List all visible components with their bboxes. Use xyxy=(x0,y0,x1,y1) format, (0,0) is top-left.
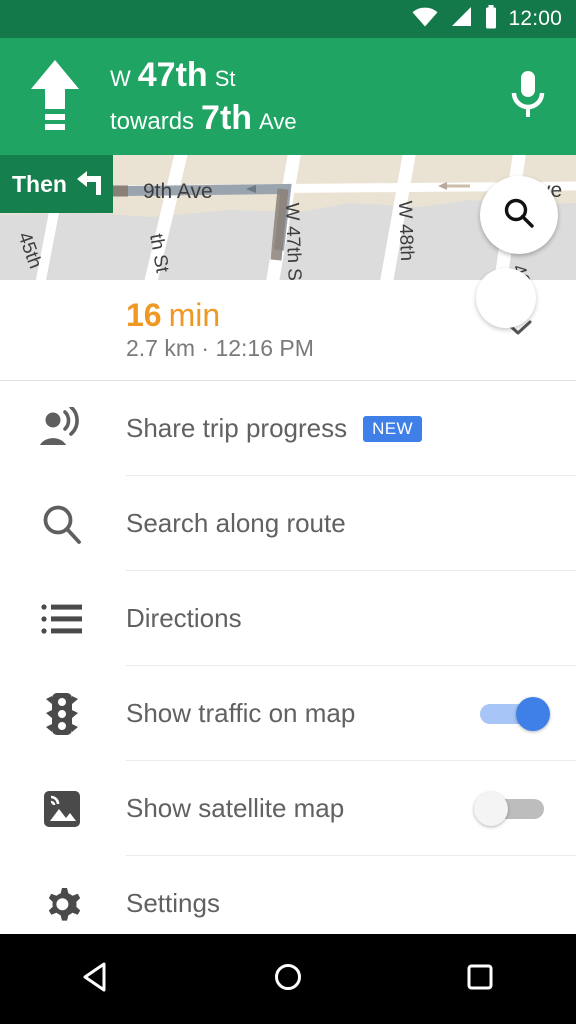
home-button[interactable] xyxy=(233,934,343,1024)
primary-instruction: W 47th St xyxy=(110,56,480,95)
toggle-show-satellite[interactable] xyxy=(474,791,550,826)
then-label: Then xyxy=(12,170,67,197)
map-label-th-st: th St xyxy=(145,232,173,275)
map-secondary-fab[interactable] xyxy=(476,268,536,328)
menu-item-show-satellite-map[interactable]: Show satellite map xyxy=(0,761,576,856)
home-circle-icon xyxy=(273,962,303,997)
gear-icon xyxy=(36,878,88,930)
navigation-header: W 47th St towards 7th Ave xyxy=(0,38,576,155)
menu-label: Show satellite map xyxy=(126,793,345,823)
menu-item-directions[interactable]: Directions xyxy=(0,571,576,666)
instruction-street-type: St xyxy=(214,65,236,91)
eta-duration: 16 min xyxy=(126,296,314,333)
system-navigation-bar xyxy=(0,934,576,1024)
status-bar: 12:00 xyxy=(0,0,576,38)
menu-label: Share trip progress xyxy=(126,413,348,443)
status-badge-new: NEW xyxy=(363,415,422,442)
satellite-image-icon xyxy=(36,783,88,835)
map-label-9th-ave: 9th Ave xyxy=(143,180,213,203)
menu-label: Search along route xyxy=(126,508,346,538)
instruction-prefix: W xyxy=(110,65,131,91)
toggle-show-traffic[interactable] xyxy=(474,696,550,731)
turn-instruction: W 47th St towards 7th Ave xyxy=(110,56,480,138)
then-maneuver-banner: Then xyxy=(0,155,113,213)
menu-label: Directions xyxy=(126,603,242,633)
straight-arrow-icon xyxy=(0,57,110,137)
towards-street-number: 7th xyxy=(201,98,253,137)
recents-button[interactable] xyxy=(425,934,535,1024)
search-icon xyxy=(501,195,537,236)
map-search-fab[interactable] xyxy=(480,176,558,254)
menu-item-search-along-route[interactable]: Search along route xyxy=(0,476,576,571)
secondary-instruction: towards 7th Ave xyxy=(110,99,480,138)
map-label-w48th: W 48th xyxy=(394,200,417,261)
recents-square-icon xyxy=(466,963,494,996)
turn-left-icon xyxy=(73,165,107,204)
menu-label: Settings xyxy=(126,888,220,918)
menu-item-share-trip-progress[interactable]: Share trip progress NEW xyxy=(0,381,576,476)
search-icon xyxy=(36,498,88,550)
signal-icon xyxy=(449,6,473,32)
list-icon xyxy=(36,593,88,645)
toggle-thumb xyxy=(474,791,508,826)
map-label-w47th: W 47th S xyxy=(281,202,305,280)
towards-label: towards xyxy=(110,107,195,135)
back-button[interactable] xyxy=(41,934,151,1024)
towards-street-type: Ave xyxy=(259,108,297,134)
eta-duration-unit: min xyxy=(168,296,221,333)
eta-text-block: 16 min 2.7 km · 12:16 PM xyxy=(126,296,314,362)
wifi-icon xyxy=(412,7,438,32)
menu-label: Show traffic on map xyxy=(126,698,356,728)
instruction-street-number: 47th xyxy=(137,55,208,94)
status-icon-group xyxy=(412,4,498,34)
status-bar-clock: 12:00 xyxy=(508,7,562,30)
eta-details: 2.7 km · 12:16 PM xyxy=(126,335,314,362)
battery-icon xyxy=(484,4,498,34)
trip-bottom-sheet: 16 min 2.7 km · 12:16 PM Share trip prog… xyxy=(0,280,576,934)
phone-screen: 12:00 W 47th St towards 7th Ave 9th Ave … xyxy=(0,0,576,1024)
share-broadcast-icon xyxy=(36,403,88,455)
eta-duration-value: 16 xyxy=(126,296,162,333)
toggle-thumb xyxy=(516,696,550,731)
back-triangle-icon xyxy=(81,961,111,998)
menu-item-show-traffic-on-map[interactable]: Show traffic on map xyxy=(0,666,576,761)
traffic-light-icon xyxy=(36,688,88,740)
microphone-icon xyxy=(506,67,550,126)
microphone-button[interactable] xyxy=(480,67,576,126)
map-label-45th: 45th xyxy=(13,230,45,272)
